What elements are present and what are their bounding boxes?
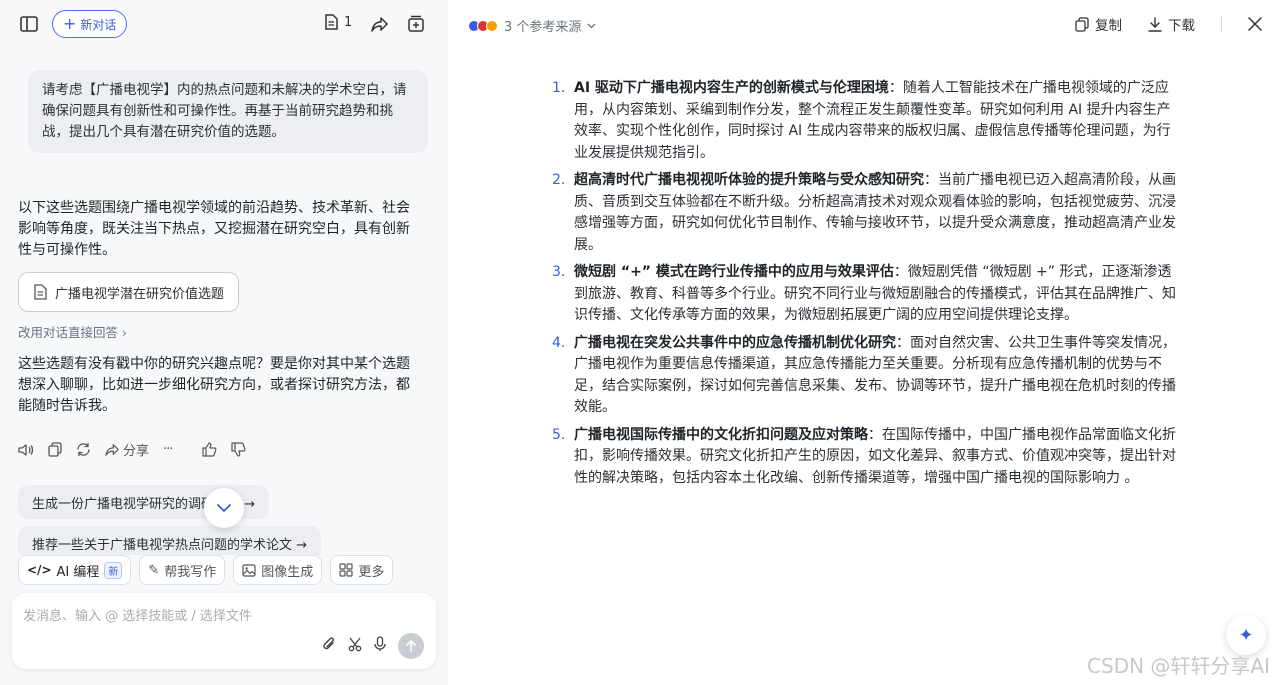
ai-followup-text: 这些选题有没有戳中你的研究兴趣点呢？要是你对其中某个选题想深入聊聊，比如进一步细… <box>18 356 410 414</box>
copy-icon <box>1075 16 1089 32</box>
download-icon <box>1148 16 1162 32</box>
thumbs-down-icon[interactable] <box>231 442 246 457</box>
new-chat-button[interactable]: + 新对话 <box>52 10 128 38</box>
plus-icon: + <box>63 14 77 33</box>
scissors-icon[interactable] <box>348 637 362 656</box>
copy-button[interactable]: 复制 <box>1075 14 1122 34</box>
image-generation-skill-button[interactable]: 图像生成 <box>233 555 323 585</box>
message-actions: 分享 ··· <box>18 440 246 459</box>
share-icon[interactable] <box>370 14 390 34</box>
sidebar-toggle-icon[interactable] <box>18 14 40 34</box>
topic-item: 1. AI 驱动下广播电视内容生产的创新模式与伦理困境：随着人工智能技术在广播电视… <box>552 78 1180 164</box>
download-button[interactable]: 下载 <box>1148 14 1195 34</box>
item-number: 4. <box>552 334 566 351</box>
ai-coding-skill-button[interactable]: </> AI 编程 新 <box>18 555 132 585</box>
document-panel: 3 个参考来源 复制 下载 1. AI 驱动下广播电视内容生产的创新模式与伦理困境… <box>448 0 1280 685</box>
document-icon <box>325 14 338 30</box>
switch-link-label: 改用对话直接回答 <box>18 325 119 340</box>
help-write-skill-button[interactable]: ✎ 帮我写作 <box>139 555 226 585</box>
thumbs-up-icon[interactable] <box>202 442 217 457</box>
chevron-down-icon <box>587 23 596 28</box>
item-title: AI 驱动下广播电视内容生产的创新模式与伦理困境 <box>574 80 889 96</box>
arrow-up-icon <box>406 640 416 652</box>
scroll-down-button[interactable] <box>204 488 244 528</box>
skills-bar: </> AI 编程 新 ✎ 帮我写作 图像生成 更多 <box>18 555 394 587</box>
microphone-icon[interactable] <box>374 636 386 656</box>
topic-item: 3. 微短剧 “+” 模式在跨行业传播中的应用与效果评估：微短剧凭借 “微短剧 +… <box>552 262 1180 327</box>
new-badge: 新 <box>104 561 123 579</box>
topic-item: 2. 超高清时代广播电视视听体验的提升策略与受众感知研究：当前广播电视已迈入超高清… <box>552 170 1180 256</box>
code-icon: </> <box>27 563 52 577</box>
chevron-right-icon: › <box>122 325 127 340</box>
ai-coding-label: AI 编程 <box>56 564 100 580</box>
message-input-box[interactable]: 发消息、输入 @ 选择技能或 / 选择文件 <box>12 593 436 669</box>
chat-topbar: + 新对话 1 <box>0 0 448 48</box>
message-input[interactable]: 发消息、输入 @ 选择技能或 / 选择文件 <box>23 605 252 624</box>
document-icon <box>34 284 47 300</box>
item-title: 广播电视国际传播中的文化折扣问题及应对策略 <box>574 426 868 443</box>
speaker-icon[interactable] <box>18 443 34 457</box>
topic-item: 4. 广播电视在突发公共事件中的应急传播机制优化研究：面对自然灾害、公共卫生事件等… <box>552 333 1180 419</box>
documents-button[interactable]: 1 <box>324 14 352 30</box>
share-message-button[interactable]: 分享 <box>105 440 149 459</box>
download-label: 下载 <box>1168 18 1195 34</box>
document-card[interactable]: 广播电视学潜在研究价值选题 <box>18 272 240 312</box>
watermark: CSDN @轩轩分享AI <box>1087 654 1270 678</box>
more-skills-button[interactable]: 更多 <box>330 555 394 585</box>
document-toolbar: 复制 下载 <box>1075 14 1262 34</box>
help-write-label: 帮我写作 <box>164 564 217 580</box>
document-card-title: 广播电视学潜在研究价值选题 <box>55 286 225 302</box>
topic-item: 5. 广播电视国际传播中的文化折扣问题及应对策略：在国际传播中，中国广播电视作品常… <box>552 425 1180 490</box>
image-icon <box>242 563 256 577</box>
item-title: 超高清时代广播电视视听体验的提升策略与受众感知研究 <box>574 172 924 188</box>
references-label: 3 个参考来源 <box>504 20 582 35</box>
source-icons <box>468 19 498 32</box>
chevron-down-icon <box>217 503 231 512</box>
chat-panel: + 新对话 1 请考虑【广播电视学】内的热点问题和未解决的学术空白，请确保问题具… <box>0 0 448 685</box>
item-title: 广播电视在突发公共事件中的应急传播机制优化研究 <box>574 334 896 351</box>
pen-icon: ✎ <box>148 562 160 578</box>
item-number: 1. <box>552 80 566 96</box>
share-icon <box>105 444 119 456</box>
switch-to-chat-link[interactable]: 改用对话直接回答 › <box>18 322 127 341</box>
close-icon <box>1248 17 1262 31</box>
item-title: 微短剧 “+” 模式在跨行业传播中的应用与效果评估 <box>574 264 894 280</box>
share-label: 分享 <box>123 444 150 459</box>
user-message: 请考虑【广播电视学】内的热点问题和未解决的学术空白，请确保问题具有创新性和可操作… <box>28 70 428 153</box>
item-number: 2. <box>552 172 566 188</box>
add-to-collection-icon[interactable] <box>406 14 426 34</box>
close-button[interactable] <box>1248 17 1262 31</box>
copy-label: 复制 <box>1095 18 1122 34</box>
ai-assist-button[interactable]: ✦ <box>1226 615 1266 655</box>
image-generation-label: 图像生成 <box>261 564 314 580</box>
copy-icon[interactable] <box>48 442 62 457</box>
item-number: 5. <box>552 426 566 443</box>
topic-list: 1. AI 驱动下广播电视内容生产的创新模式与伦理困境：随着人工智能技术在广播电视… <box>552 78 1180 495</box>
source-icon <box>486 19 498 32</box>
document-count: 1 <box>344 14 353 30</box>
send-button[interactable] <box>398 633 424 659</box>
ai-intro-text: 以下这些选题围绕广播电视学领域的前沿趋势、技术革新、社会影响等角度，既关注当下热… <box>18 200 410 258</box>
more-options-icon[interactable]: ··· <box>163 442 173 457</box>
grid-icon <box>339 563 353 577</box>
new-chat-label: 新对话 <box>80 17 117 32</box>
input-tools <box>322 633 424 659</box>
sparkle-icon: ✦ <box>1238 624 1254 646</box>
toolbar-divider <box>1221 16 1222 32</box>
references-dropdown[interactable]: 3 个参考来源 <box>468 16 596 35</box>
regenerate-icon[interactable] <box>76 442 91 457</box>
attachment-icon[interactable] <box>322 636 336 656</box>
item-number: 3. <box>552 264 566 280</box>
more-skills-label: 更多 <box>358 564 385 580</box>
